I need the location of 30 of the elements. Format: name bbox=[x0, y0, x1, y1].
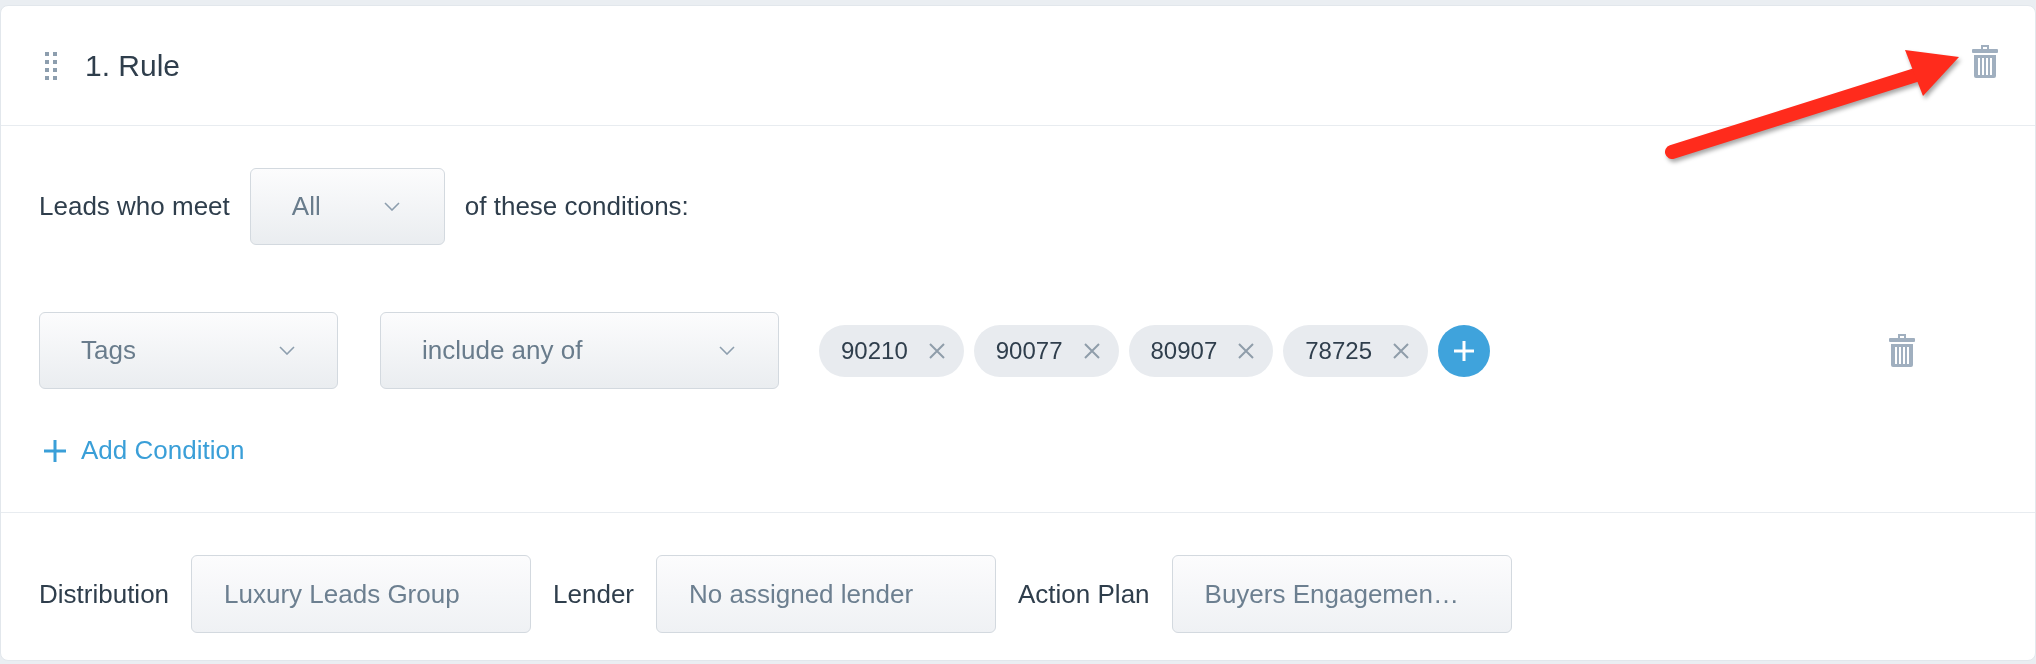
select-field[interactable]: No assigned lender bbox=[656, 555, 997, 633]
add-tag-button[interactable] bbox=[1438, 324, 1490, 377]
add-condition-link[interactable]: Add Condition bbox=[39, 431, 245, 470]
chevron-down-icon bbox=[719, 346, 735, 355]
label-text: of these conditions: bbox=[464, 190, 689, 223]
plus-icon bbox=[43, 438, 67, 463]
select-field[interactable]: Luxury Leads Group bbox=[191, 555, 532, 633]
trash-icon[interactable] bbox=[1972, 45, 1998, 78]
close-icon[interactable] bbox=[927, 341, 946, 360]
trash-icon[interactable] bbox=[1889, 334, 1915, 367]
chevron-down-icon bbox=[279, 346, 295, 355]
drag-handle-icon[interactable] bbox=[45, 51, 57, 80]
plus-icon bbox=[1453, 339, 1475, 362]
rule-title: 1. Rule bbox=[85, 48, 181, 84]
dropdown[interactable]: include any of bbox=[380, 312, 779, 389]
dropdown[interactable]: All bbox=[249, 168, 445, 245]
field-label: Lender bbox=[553, 577, 635, 611]
label-text: Leads who meet bbox=[39, 190, 230, 223]
close-icon[interactable] bbox=[1392, 341, 1410, 360]
chevron-down-icon bbox=[383, 202, 400, 211]
dropdown[interactable]: Tags bbox=[39, 312, 338, 389]
tag-label: 90210 bbox=[841, 335, 908, 366]
field-label: Distribution bbox=[39, 577, 170, 611]
close-icon[interactable] bbox=[1237, 341, 1256, 360]
field-label: Action Plan bbox=[1018, 577, 1150, 611]
tag-label: 80907 bbox=[1150, 335, 1218, 366]
tag-label: 90077 bbox=[995, 335, 1063, 366]
select-field[interactable]: Buyers Engagemen… bbox=[1171, 555, 1512, 633]
tag-label: 78725 bbox=[1305, 335, 1372, 366]
close-icon[interactable] bbox=[1082, 341, 1101, 360]
